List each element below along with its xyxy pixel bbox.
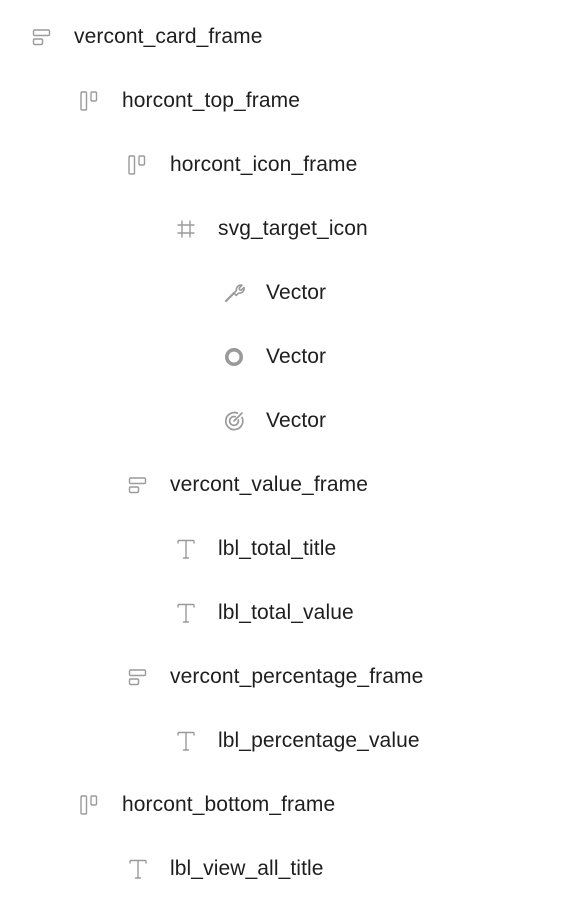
wrench-vector-icon [222, 281, 246, 305]
layer-name: lbl_total_value [218, 601, 354, 624]
layers-panel: vercont_card_frame horcont_top_framehorco… [0, 0, 582, 906]
layer-name: Vector [266, 281, 327, 304]
layer-row[interactable]: svg_target_icon [0, 197, 582, 261]
layer-name: lbl_total_title [218, 537, 337, 560]
layer-row[interactable]: lbl_total_value [0, 581, 582, 645]
layer-row[interactable]: Vector [0, 261, 582, 325]
layer-name: Vector [266, 345, 327, 368]
layer-row[interactable]: horcont_top_frame [0, 69, 582, 133]
target-vector-icon [222, 409, 246, 433]
layer-name: vercont_percentage_frame [170, 665, 424, 688]
layer-name: lbl_view_all_title [170, 857, 324, 880]
layer-row[interactable]: lbl_percentage_value [0, 709, 582, 773]
layer-row[interactable]: horcont_icon_frame [0, 133, 582, 197]
layer-name: Vector [266, 409, 327, 432]
layer-row[interactable]: lbl_view_all_title [0, 837, 582, 901]
text-icon [174, 537, 198, 561]
layer-name: horcont_bottom_frame [122, 793, 336, 816]
layer-row[interactable]: horcont_bottom_frame [0, 773, 582, 837]
horizontal-autolayout-icon [78, 793, 102, 817]
horizontal-autolayout-icon [126, 153, 150, 177]
layer-row[interactable]: vercont_card_frame [0, 5, 582, 69]
layer-name: lbl_percentage_value [218, 729, 420, 752]
layer-row[interactable]: vercont_percentage_frame [0, 645, 582, 709]
ring-vector-icon [222, 345, 246, 369]
layer-name: vercont_value_frame [170, 473, 369, 496]
horizontal-autolayout-icon [78, 89, 102, 113]
layer-name: svg_target_icon [218, 217, 368, 240]
text-icon [174, 601, 198, 625]
frame-hash-icon [174, 217, 198, 241]
text-icon [126, 857, 150, 881]
layer-name: horcont_top_frame [122, 89, 300, 112]
layer-row[interactable]: Vector [0, 389, 582, 453]
vertical-autolayout-icon [30, 25, 54, 49]
layer-row[interactable]: Vector [0, 325, 582, 389]
layer-name: vercont_card_frame [74, 25, 263, 48]
layer-row[interactable]: vercont_value_frame [0, 453, 582, 517]
vertical-autolayout-icon [126, 473, 150, 497]
layer-name: horcont_icon_frame [170, 153, 358, 176]
layer-row[interactable]: lbl_total_title [0, 517, 582, 581]
vertical-autolayout-icon [126, 665, 150, 689]
text-icon [174, 729, 198, 753]
